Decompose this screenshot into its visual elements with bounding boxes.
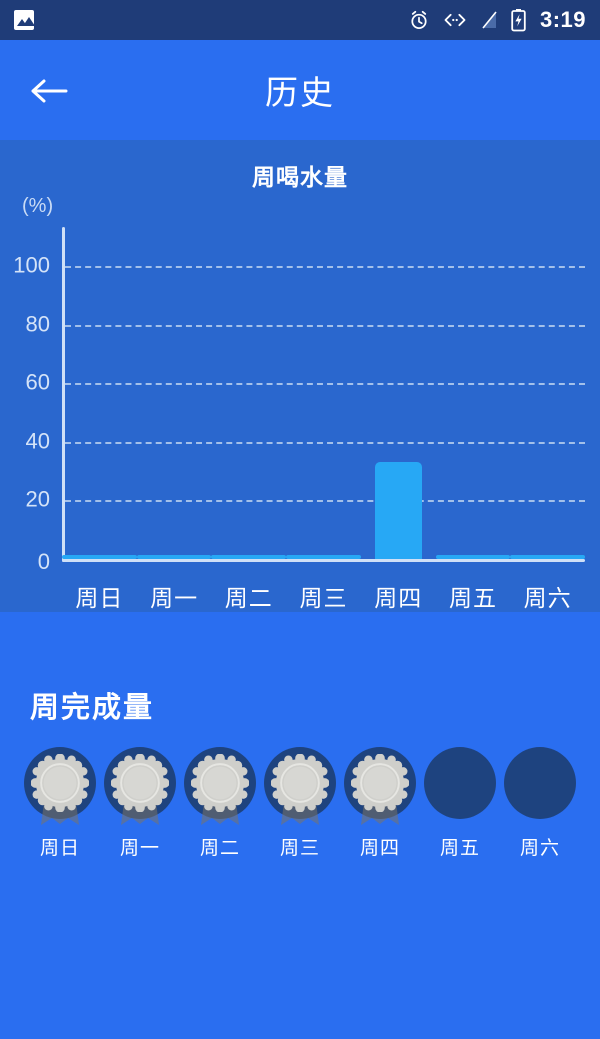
status-bar-system-icons: 3:19 <box>408 8 586 32</box>
bar-slot <box>435 237 511 559</box>
status-bar-clock: 3:19 <box>539 7 586 32</box>
medal-icon <box>351 754 409 812</box>
x-axis-tick-label: 周一 <box>150 585 199 611</box>
status-bar-notifications <box>14 10 408 30</box>
badge-row: 周日 周一 周二 周三 周四 周五 周六 <box>20 747 580 860</box>
bar-slot <box>136 237 212 559</box>
badge-cell[interactable]: 周三 <box>260 747 340 860</box>
badge-day-label: 周日 <box>39 838 80 859</box>
y-axis-tick-label: 0 <box>37 549 50 574</box>
chart-bar[interactable] <box>510 555 586 559</box>
x-axis-tick-labels: 周日 周一 周二 周三 周四 周五 周六 <box>62 579 585 613</box>
signal-off-icon <box>482 11 497 29</box>
y-axis-tick-label: 60 <box>25 369 50 395</box>
chart-plot: 100 80 60 40 20 0 <box>13 227 586 574</box>
badge-day-label: 周五 <box>439 838 480 859</box>
badge-day-label: 周一 <box>119 838 160 859</box>
x-axis-tick-label: 周五 <box>448 585 497 611</box>
badge-cell[interactable]: 周五 <box>420 747 500 860</box>
x-axis-tick-label: 周三 <box>299 585 348 611</box>
badge-day-label: 周三 <box>279 838 320 859</box>
chart-bar[interactable] <box>136 555 212 559</box>
back-button[interactable] <box>26 68 72 114</box>
y-axis-tick-label: 20 <box>25 486 50 512</box>
medal-icon <box>191 754 249 812</box>
medal-icon <box>111 754 169 812</box>
badge-earned <box>184 747 256 825</box>
badge-empty <box>504 747 576 819</box>
bar-slot <box>286 237 361 559</box>
y-axis-unit-label: (%) <box>22 195 54 217</box>
chart-bar[interactable] <box>62 555 137 559</box>
chart-bar[interactable] <box>211 555 287 559</box>
badge-day-label: 周四 <box>359 838 400 859</box>
badge-day-label: 周二 <box>199 838 240 859</box>
bar-slot <box>62 237 137 559</box>
y-axis-tick-label: 40 <box>25 428 50 454</box>
medal-icon <box>271 754 329 812</box>
badge-cell[interactable]: 周一 <box>100 747 180 860</box>
badge-earned <box>24 747 96 825</box>
chart-bars <box>62 237 586 559</box>
badge-cell[interactable]: 周日 <box>20 747 100 860</box>
photo-icon <box>14 10 35 30</box>
chart-title: 周喝水量 <box>252 164 348 190</box>
bar-slot <box>510 237 586 559</box>
chart-bar[interactable] <box>286 555 361 559</box>
chart-bar[interactable] <box>374 462 422 559</box>
page-title: 历史 <box>265 74 335 111</box>
bar-slot <box>211 237 287 559</box>
chart-bar[interactable] <box>435 555 511 559</box>
badge-cell[interactable]: 周四 <box>340 747 420 860</box>
weekly-completion-section: 周完成量 周日 周一 周二 周三 周四 周五 周六 <box>0 612 600 1039</box>
bar-slot <box>361 237 436 559</box>
y-axis-tick-label: 100 <box>13 252 50 278</box>
badge-earned <box>264 747 336 825</box>
alarm-icon <box>411 10 427 29</box>
x-axis-tick-label: 周日 <box>75 585 124 611</box>
status-bar: 3:19 <box>0 0 600 40</box>
badge-cell[interactable]: 周二 <box>180 747 260 860</box>
badge-day-label: 周六 <box>519 838 560 859</box>
x-axis-line <box>62 559 585 562</box>
weekly-water-chart-panel: 周喝水量 (%) 100 80 60 40 20 0 周日 周一 周二 周三 周四 周五 周六 <box>0 140 600 612</box>
usb-debug-icon <box>444 13 466 27</box>
badge-cell[interactable]: 周六 <box>500 747 580 860</box>
chart-area: (%) 100 80 60 40 20 0 周日 周一 周二 周三 周四 周五 周六 <box>0 195 600 612</box>
app-bar: 历史 <box>0 40 600 140</box>
section-title-completion: 周完成量 <box>30 692 155 724</box>
back-arrow-icon <box>31 79 68 103</box>
badge-empty <box>424 747 496 819</box>
badge-earned <box>344 747 416 825</box>
badge-earned <box>104 747 176 825</box>
medal-icon <box>31 754 89 812</box>
history-screen: 3:19 历史 周喝水量 (%) 100 80 60 40 20 0 周日 周一 周二 周三 周四… <box>0 0 600 1039</box>
x-axis-tick-label: 周四 <box>374 585 423 611</box>
battery-charging-icon <box>511 9 526 32</box>
y-axis-tick-label: 80 <box>25 311 50 337</box>
x-axis-tick-label: 周二 <box>224 585 273 611</box>
x-axis-tick-label: 周六 <box>523 585 572 611</box>
